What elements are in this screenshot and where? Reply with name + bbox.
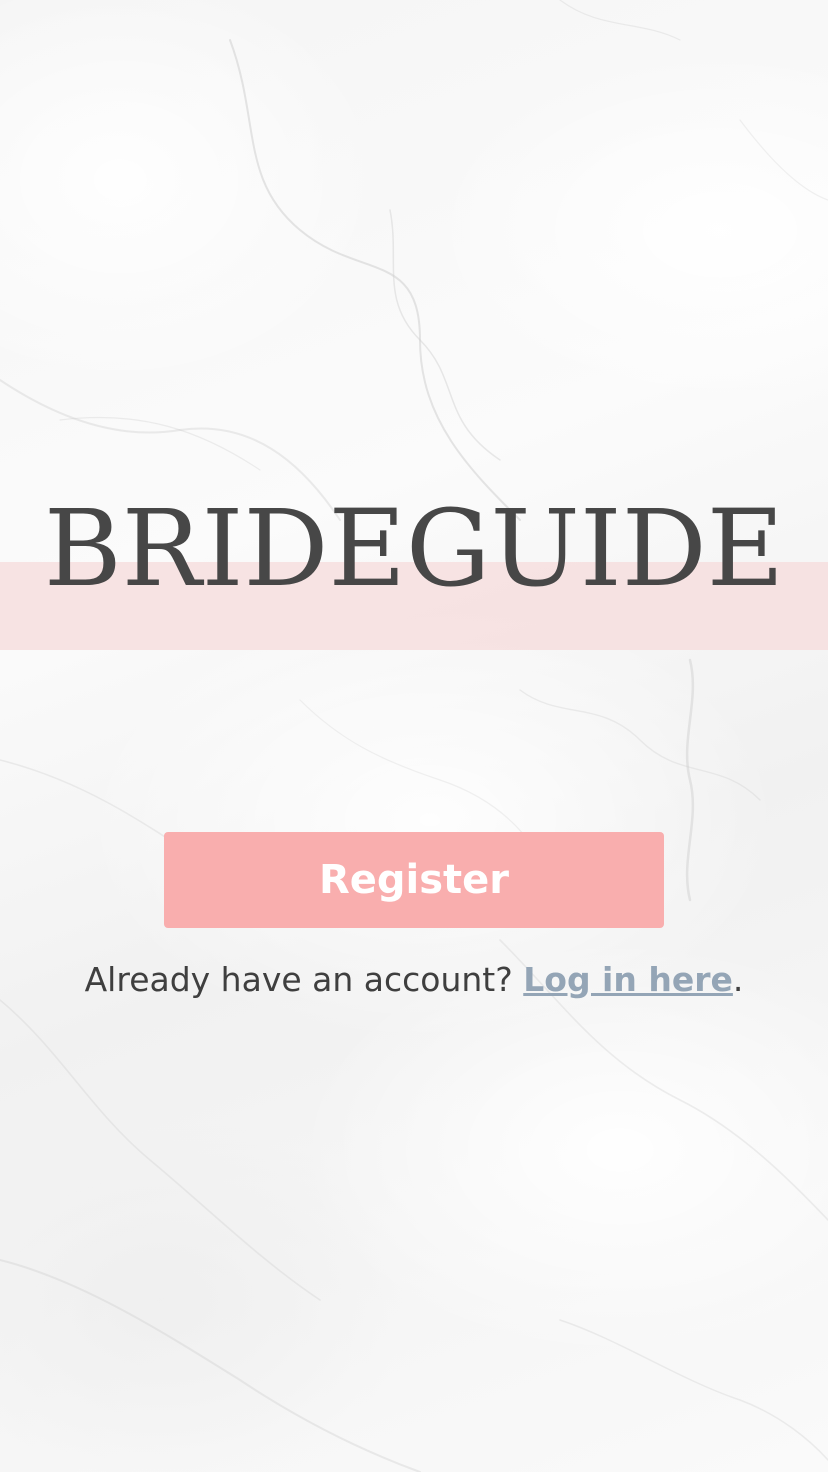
app-logo-title: BRIDEGUIDE (43, 487, 785, 610)
register-button[interactable]: Register (164, 832, 664, 928)
login-link[interactable]: Log in here (523, 960, 733, 999)
marble-veins (0, 0, 828, 1472)
login-prompt-text: Already have an account? (84, 960, 524, 999)
marble-background (0, 0, 828, 1472)
login-prompt-suffix: . (732, 960, 744, 999)
login-prompt-line: Already have an account? Log in here. (0, 958, 828, 1002)
